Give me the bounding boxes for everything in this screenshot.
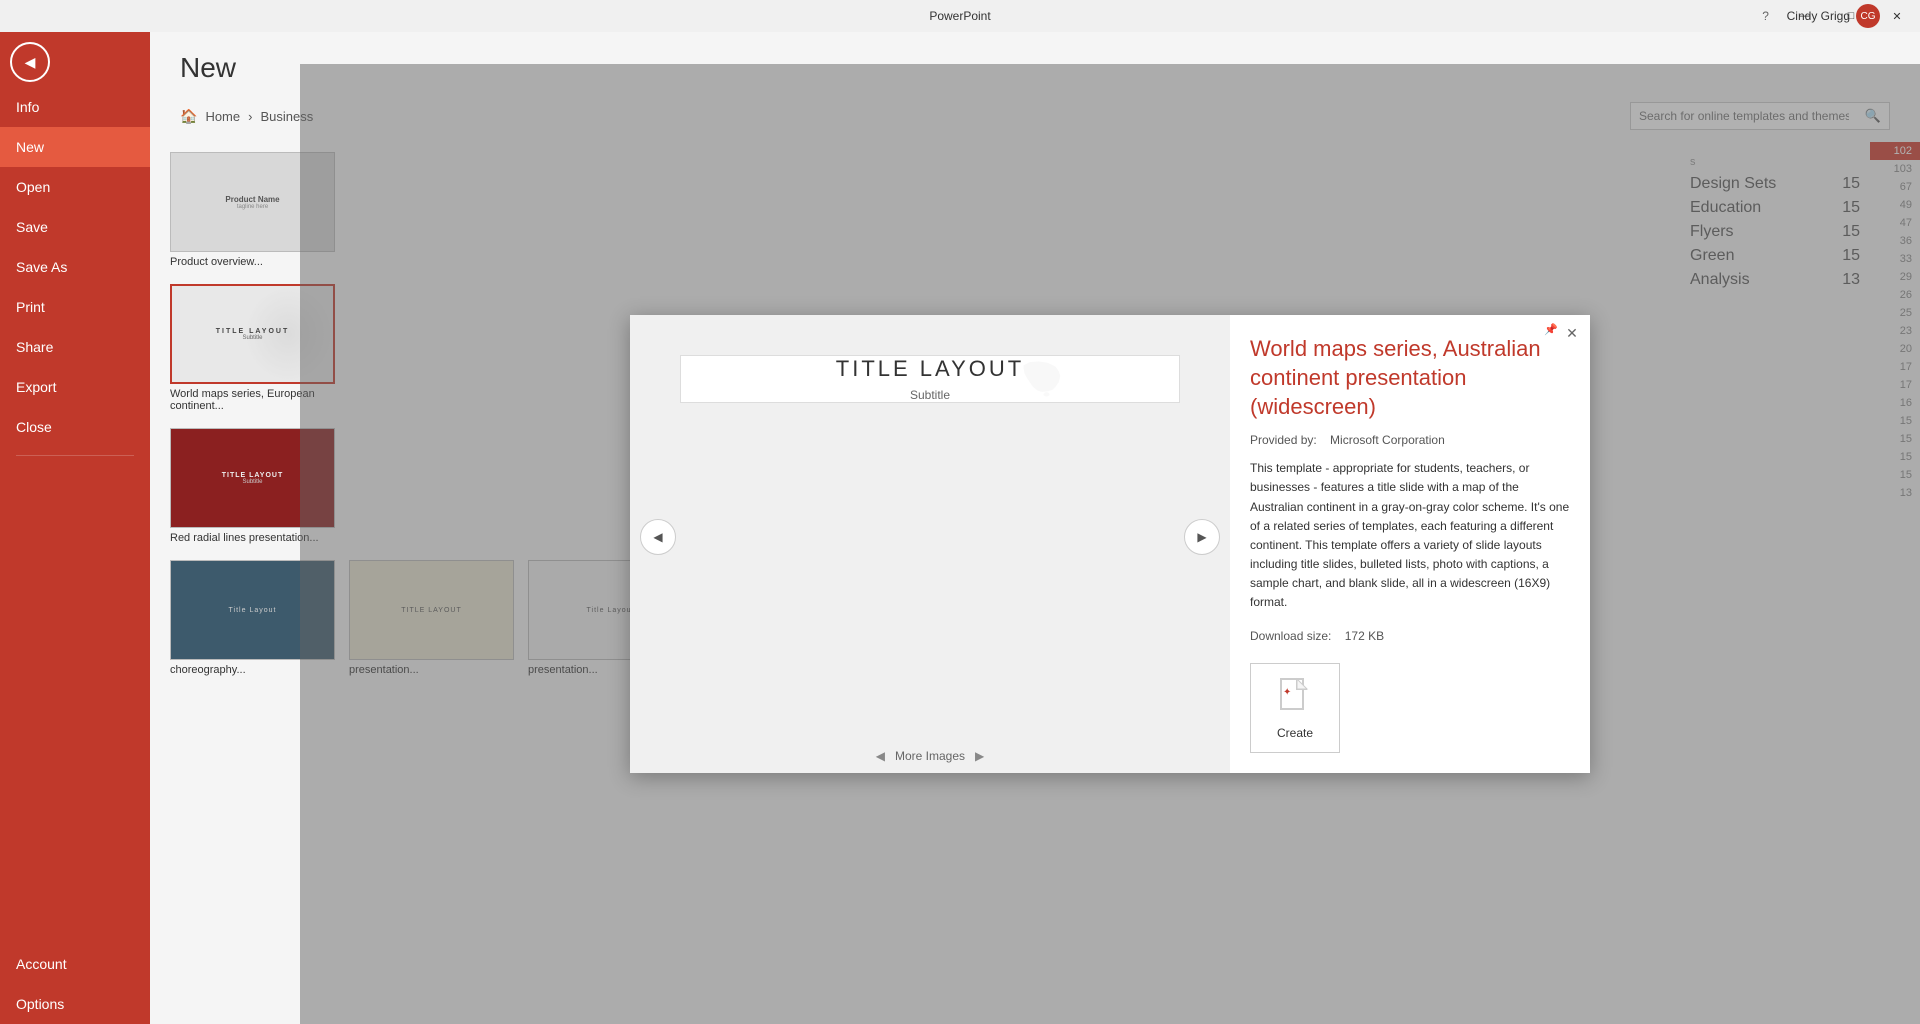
sidebar-item-options[interactable]: Options — [0, 984, 150, 1024]
modal-info: World maps series, Australian continent … — [1230, 315, 1590, 772]
sidebar-item-account[interactable]: Account — [0, 944, 150, 984]
sidebar-label-save-as: Save As — [16, 259, 67, 275]
preview-title: TITLE LAYOUT — [836, 356, 1024, 382]
sidebar-label-info: Info — [16, 99, 39, 115]
sidebar-item-print[interactable]: Print — [0, 287, 150, 327]
sidebar-label-open: Open — [16, 179, 50, 195]
nav-right-icon: ▶ — [1197, 530, 1206, 544]
more-images-row: ◀ More Images ▶ — [630, 739, 1230, 773]
svg-text:✦: ✦ — [1283, 687, 1291, 698]
sidebar-item-save-as[interactable]: Save As — [0, 247, 150, 287]
more-images-prev[interactable]: ◀ — [876, 749, 885, 763]
breadcrumb-home[interactable]: Home — [205, 109, 240, 124]
main-area: New 🏠 Home › Business 🔍 Product Name tag… — [150, 32, 1920, 1024]
sidebar-label-save: Save — [16, 219, 48, 235]
back-button[interactable]: ◀ — [10, 42, 50, 82]
back-icon: ◀ — [25, 54, 36, 71]
download-size: 172 KB — [1345, 629, 1384, 643]
sidebar: ◀ Info New Open Save Save As Print Share… — [0, 32, 150, 1024]
modal-preview: ◀ TITLE LAYOUT — [630, 315, 1230, 772]
create-icon: ✦ — [1279, 675, 1311, 720]
sidebar-item-open[interactable]: Open — [0, 167, 150, 207]
title-bar: PowerPoint ? Cindy Grigg CG — □ ✕ — [0, 0, 1920, 32]
modal-preview-image: TITLE LAYOUT Subtitle — [680, 355, 1180, 403]
modal-download: Download size: 172 KB — [1250, 629, 1570, 643]
sidebar-label-share: Share — [16, 339, 53, 355]
sidebar-item-info[interactable]: Info — [0, 87, 150, 127]
sidebar-item-new[interactable]: New — [0, 127, 150, 167]
create-label: Create — [1277, 726, 1313, 740]
sidebar-item-share[interactable]: Share — [0, 327, 150, 367]
modal-overlay: ✕ 📌 ◀ — [300, 64, 1920, 1024]
document-icon-svg: ✦ — [1279, 675, 1311, 713]
download-label: Download size: — [1250, 629, 1331, 643]
modal-provider: Provided by: Microsoft Corporation — [1250, 433, 1570, 447]
nav-left-icon: ◀ — [653, 530, 662, 544]
modal-body: ◀ TITLE LAYOUT — [630, 315, 1590, 772]
preview-title-layout: TITLE LAYOUT Subtitle — [836, 356, 1024, 402]
maximize-button[interactable]: □ — [1828, 0, 1874, 32]
sidebar-label-options: Options — [16, 996, 64, 1012]
modal-nav-right[interactable]: ▶ — [1184, 519, 1220, 555]
sidebar-divider — [16, 455, 134, 456]
sidebar-item-close[interactable]: Close — [0, 407, 150, 447]
close-button[interactable]: ✕ — [1874, 0, 1920, 32]
sidebar-label-account: Account — [16, 956, 67, 972]
help-btn[interactable]: ? — [1751, 0, 1781, 32]
provider-name: Microsoft Corporation — [1330, 433, 1445, 447]
sidebar-item-save[interactable]: Save — [0, 207, 150, 247]
minimize-button[interactable]: — — [1782, 0, 1828, 32]
modal-close-button[interactable]: ✕ — [1562, 323, 1582, 343]
home-icon: 🏠 — [180, 108, 197, 125]
provider-label: Provided by: — [1250, 433, 1317, 447]
sidebar-bottom: Account Options — [0, 944, 150, 1024]
preview-subtitle: Subtitle — [836, 388, 1024, 402]
modal-dialog: ✕ 📌 ◀ — [630, 315, 1590, 772]
more-images-next[interactable]: ▶ — [975, 749, 984, 763]
modal-description: This template - appropriate for students… — [1250, 459, 1570, 613]
modal-nav-left[interactable]: ◀ — [640, 519, 676, 555]
modal-title: World maps series, Australian continent … — [1250, 335, 1570, 421]
create-button[interactable]: ✦ Create — [1250, 663, 1340, 753]
sidebar-item-export[interactable]: Export — [0, 367, 150, 407]
sidebar-label-close: Close — [16, 419, 52, 435]
more-images-label: More Images — [895, 749, 965, 763]
sidebar-label-print: Print — [16, 299, 45, 315]
sidebar-label-new: New — [16, 139, 44, 155]
app-title: PowerPoint — [929, 9, 990, 23]
breadcrumb-separator: › — [248, 109, 252, 124]
window-controls: — □ ✕ — [1782, 0, 1920, 32]
sidebar-label-export: Export — [16, 379, 56, 395]
